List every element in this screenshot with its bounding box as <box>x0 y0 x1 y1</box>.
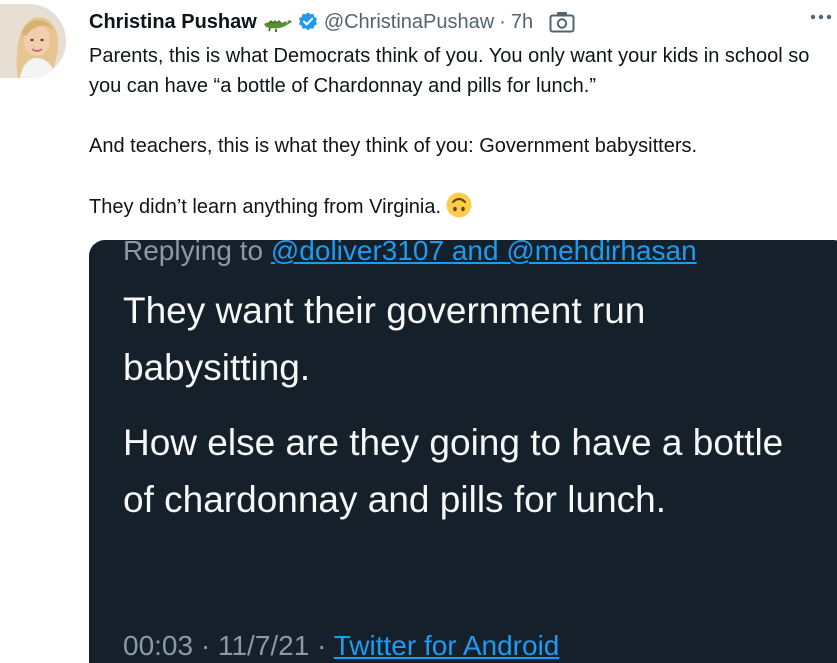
quoted-time: 00:03 <box>123 630 194 661</box>
quoted-date: 11/7/21 <box>217 630 310 661</box>
crocodile-icon <box>263 11 293 33</box>
tweet-header: Christina Pushaw @ChristinaPushaw · 7h <box>89 6 575 38</box>
author-handle[interactable]: @ChristinaPushaw <box>324 11 494 34</box>
mention-link: @doliver3107 and @mehdirhasan <box>271 240 697 266</box>
quoted-source: Twitter for Android <box>333 630 560 661</box>
header-separator: · <box>499 10 506 33</box>
more-icon[interactable] <box>809 10 833 24</box>
tweet-paragraph-3: They didn’t learn anything from Virginia… <box>89 191 829 222</box>
mention-doliver: @doliver3107 <box>270 240 445 266</box>
replying-to-line: Replying to @doliver3107 and @mehdirhasa… <box>123 240 697 266</box>
quoted-paragraph-1: They want their government run babysitti… <box>123 290 646 388</box>
camera-icon <box>549 11 575 33</box>
tweet-paragraph-2: And teachers, this is what they think of… <box>89 135 698 157</box>
upside-down-face-emoji-icon <box>445 191 473 219</box>
replying-to-label: Replying to <box>123 240 264 266</box>
tweet-paragraph-1: Parents, this is what Democrats think of… <box>89 45 810 97</box>
tweet-media-image[interactable]: Replying to @doliver3107 and @mehdirhasa… <box>89 240 837 663</box>
tweet-paragraph-3-text: They didn’t learn anything from Virginia… <box>89 196 442 218</box>
mention-mehdirhasan: @mehdirhasan <box>506 240 697 266</box>
meta-separator-2: · <box>317 630 327 661</box>
mention-conjunction: and <box>451 240 499 266</box>
quoted-meta-line: 00:03 · 11/7/21 · Twitter for Android <box>123 628 559 663</box>
verified-badge-icon[interactable] <box>297 11 319 33</box>
avatar[interactable] <box>0 4 66 78</box>
tweet-text: Parents, this is what Democrats think of… <box>89 41 829 252</box>
tweet-time[interactable]: 7h <box>511 11 533 34</box>
meta-separator-1: · <box>200 630 211 661</box>
author-name[interactable]: Christina Pushaw <box>89 11 257 34</box>
quoted-paragraph-2: How else are they going to have a bottle… <box>123 422 784 520</box>
